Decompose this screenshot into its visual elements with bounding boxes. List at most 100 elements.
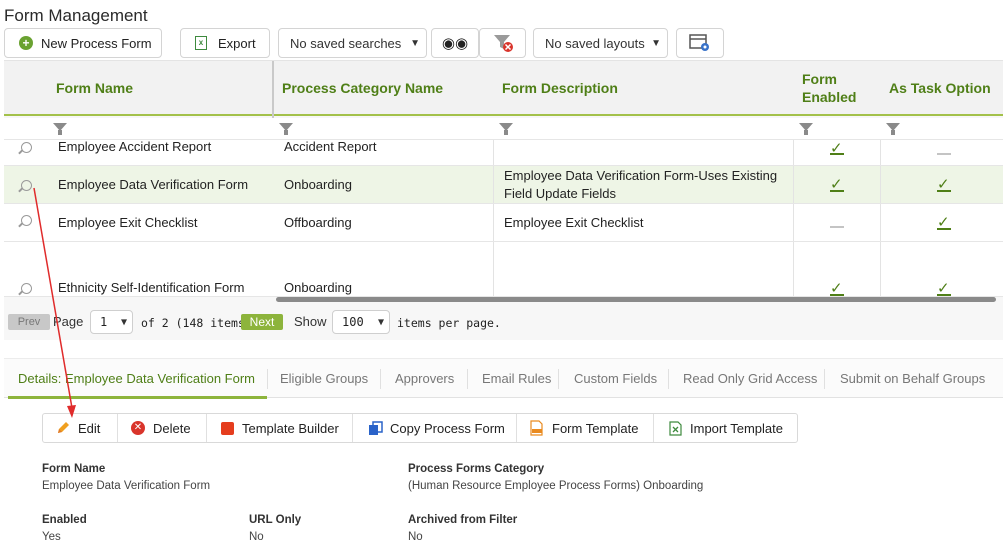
archived-label: Archived from Filter: [408, 514, 518, 526]
filter-row: [4, 118, 1003, 140]
column-divider: [880, 242, 881, 296]
url-only-label: URL Only: [249, 514, 302, 526]
column-divider: [880, 204, 881, 241]
tab-read-only-grid-access[interactable]: Read Only Grid Access: [683, 371, 817, 386]
saved-layouts-value: No saved layouts: [545, 35, 645, 51]
tab-submit-on-behalf-groups[interactable]: Submit on Behalf Groups: [840, 371, 985, 386]
page-count-text: of 2 (148 items): [141, 316, 252, 330]
column-divider: [793, 140, 794, 165]
description-cell: Employee Exit Checklist: [504, 215, 644, 230]
prev-button[interactable]: Prev: [8, 314, 50, 330]
template-builder-icon: [221, 421, 234, 435]
saved-searches-select[interactable]: No saved searches ▼: [278, 28, 427, 58]
check-underline: [937, 228, 951, 230]
delete-button[interactable]: ✕ Delete: [131, 414, 191, 442]
category-cell: Onboarding: [284, 280, 352, 295]
description-line2: Field Update Fields: [504, 186, 616, 201]
check-underline: [937, 294, 951, 296]
delete-x-icon: ✕: [131, 421, 145, 435]
column-header-description[interactable]: Form Description: [502, 79, 618, 97]
check-underline: [830, 153, 844, 155]
description-line1: Employee Data Verification Form-Uses Exi…: [504, 168, 778, 183]
per-page-select[interactable]: 100 ▼: [332, 310, 390, 334]
check-underline: [937, 190, 951, 192]
enabled-label: Enabled: [42, 514, 87, 526]
filter-icon[interactable]: [799, 123, 813, 135]
tab-divider: [668, 369, 669, 389]
forms-grid: Form Name Process Category Name Form Des…: [4, 60, 1003, 340]
table-row-selected[interactable]: Employee Data Verification Form Onboardi…: [4, 166, 1003, 204]
form-template-label: Form Template: [552, 420, 639, 436]
excel-icon: x: [195, 36, 207, 50]
tab-custom-fields[interactable]: Custom Fields: [574, 371, 657, 386]
active-tab-underline: [8, 396, 267, 399]
form-name-value: Employee Data Verification Form: [42, 480, 211, 492]
column-header-category[interactable]: Process Category Name: [282, 79, 443, 97]
column-divider: [493, 242, 494, 296]
filter-icon[interactable]: [886, 123, 900, 135]
form-name-cell: Employee Data Verification Form: [58, 177, 249, 192]
import-template-button[interactable]: Import Template: [669, 414, 783, 442]
pencil-icon: [58, 422, 69, 433]
category-cell: Onboarding: [284, 177, 352, 192]
edit-label: Edit: [78, 420, 101, 436]
column-divider: [793, 204, 794, 241]
layout-settings-button[interactable]: [676, 28, 724, 58]
tab-approvers[interactable]: Approvers: [395, 371, 454, 386]
action-divider: [352, 414, 353, 442]
saved-layouts-select[interactable]: No saved layouts ▼: [533, 28, 668, 58]
form-name-label: Form Name: [42, 463, 106, 475]
form-template-button[interactable]: Form Template: [529, 414, 638, 442]
clear-filter-button[interactable]: [479, 28, 526, 58]
view-magnifier-icon[interactable]: [21, 180, 32, 191]
column-header-form-enabled-line1: Form: [802, 71, 837, 87]
form-name-cell: Ethnicity Self-Identification Form: [58, 280, 245, 295]
per-page-value: 100: [342, 315, 364, 329]
form-name-cell: Employee Exit Checklist: [58, 215, 198, 230]
tab-details[interactable]: Details: Employee Data Verification Form: [18, 371, 255, 386]
plus-circle-icon: +: [19, 36, 33, 50]
filter-icon[interactable]: [53, 123, 67, 135]
tab-divider: [467, 369, 468, 389]
column-divider: [793, 166, 794, 203]
tab-divider: [558, 369, 559, 389]
filter-icon[interactable]: [279, 123, 293, 135]
tab-email-rules[interactable]: Email Rules: [482, 371, 551, 386]
template-builder-label: Template Builder: [242, 420, 339, 436]
view-magnifier-icon[interactable]: [21, 142, 32, 153]
next-button[interactable]: Next: [241, 314, 283, 330]
export-button[interactable]: x Export: [180, 28, 270, 58]
per-page-text: items per page.: [397, 316, 501, 330]
column-divider: [880, 166, 881, 203]
view-magnifier-icon[interactable]: [21, 283, 32, 294]
import-template-label: Import Template: [690, 420, 783, 436]
column-divider: [493, 140, 494, 165]
chevron-down-icon: ▼: [410, 37, 420, 49]
page-select[interactable]: 1 ▼: [90, 310, 133, 334]
search-binoculars-button[interactable]: ◉◉: [431, 28, 479, 58]
edit-button[interactable]: Edit: [55, 414, 100, 442]
filter-clear-icon: [493, 35, 513, 52]
copy-process-form-button[interactable]: Copy Process Form: [368, 414, 505, 442]
view-magnifier-icon[interactable]: [21, 215, 32, 226]
page-select-value: 1: [100, 315, 108, 329]
tab-eligible-groups[interactable]: Eligible Groups: [280, 371, 368, 386]
table-row[interactable]: Employee Exit Checklist Offboarding Empl…: [4, 204, 1003, 242]
table-row[interactable]: Ethnicity Self-Identification Form Onboa…: [4, 242, 1003, 297]
category-cell: Accident Report: [284, 139, 377, 154]
new-process-form-button[interactable]: + New Process Form: [4, 28, 162, 58]
column-header-form-enabled[interactable]: Form Enabled: [802, 70, 856, 106]
template-builder-button[interactable]: Template Builder: [221, 414, 339, 442]
layout-settings-icon: [689, 34, 709, 51]
column-header-form-name[interactable]: Form Name: [56, 79, 133, 97]
copy-icon: [369, 420, 383, 435]
column-header-task-option[interactable]: As Task Option: [889, 79, 991, 97]
show-label: Show: [294, 314, 327, 329]
new-process-form-label: New Process Form: [41, 35, 152, 51]
table-row[interactable]: Employee Accident Report Accident Report…: [4, 139, 1003, 166]
chevron-down-icon: ▼: [120, 316, 127, 328]
tab-divider: [380, 369, 381, 389]
horizontal-scrollbar[interactable]: [276, 297, 996, 302]
filter-icon[interactable]: [499, 123, 513, 135]
pdf-icon: [530, 420, 543, 436]
